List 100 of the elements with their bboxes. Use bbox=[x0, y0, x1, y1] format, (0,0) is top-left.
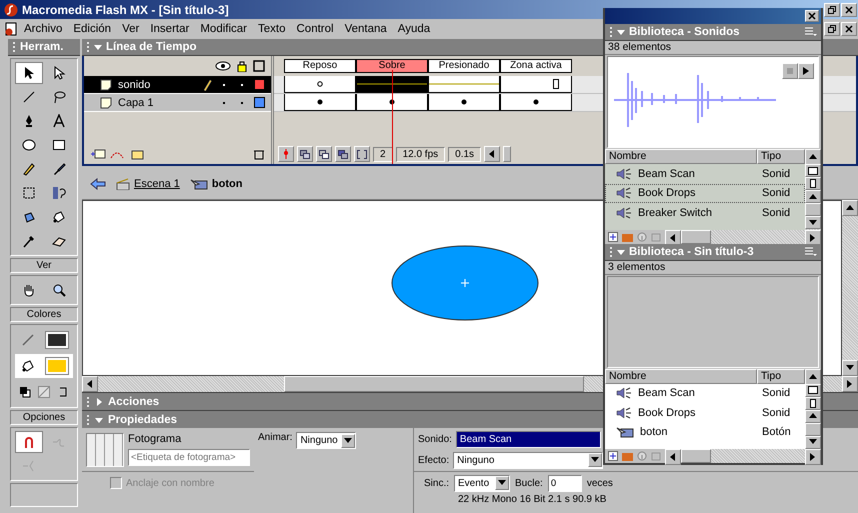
column-header[interactable]: Nombre bbox=[605, 149, 757, 164]
menu-item[interactable]: Ayuda bbox=[392, 22, 436, 36]
frame-label[interactable]: Zona activa bbox=[500, 59, 572, 73]
scrollbar-thumb[interactable] bbox=[805, 422, 821, 436]
frame-cell[interactable] bbox=[284, 94, 356, 111]
close-button[interactable] bbox=[841, 22, 857, 36]
frame-cell[interactable] bbox=[356, 94, 428, 111]
tool-button[interactable] bbox=[15, 62, 43, 84]
library-item[interactable]: Breaker Switch Sonid bbox=[605, 203, 805, 222]
symbol-breadcrumb[interactable]: boton bbox=[190, 178, 242, 190]
narrow-view-button[interactable] bbox=[805, 396, 821, 410]
stop-button[interactable] bbox=[782, 63, 798, 79]
up-arrow-icon bbox=[809, 192, 817, 201]
scroll-up-button[interactable] bbox=[805, 190, 821, 204]
menu-item[interactable]: Texto bbox=[253, 22, 290, 36]
scroll-right-button[interactable] bbox=[805, 449, 821, 465]
scroll-left-button[interactable] bbox=[82, 376, 98, 392]
frame-thumbnail bbox=[86, 432, 124, 466]
scrollbar-thumb[interactable] bbox=[681, 230, 711, 244]
frame-label[interactable]: Sobre bbox=[356, 59, 428, 73]
app-logo-icon bbox=[4, 2, 18, 16]
menu-item[interactable]: Edición bbox=[68, 22, 116, 36]
options-menu-icon bbox=[805, 246, 817, 256]
color-swatch[interactable] bbox=[46, 332, 68, 348]
column-header[interactable]: Tipo bbox=[757, 368, 805, 384]
close-button[interactable] bbox=[841, 2, 857, 16]
color-swatch[interactable] bbox=[46, 358, 68, 374]
narrow-view-icon bbox=[810, 398, 816, 408]
effect-select[interactable]: Ninguno bbox=[453, 452, 604, 468]
up-arrow-icon bbox=[846, 204, 854, 212]
menu-item[interactable]: Ver bbox=[117, 22, 144, 36]
frame-label[interactable]: Reposo bbox=[284, 59, 356, 73]
menu-item[interactable]: Archivo bbox=[19, 22, 68, 36]
onion-skin-button[interactable] bbox=[297, 146, 313, 162]
library-item[interactable]: Book Drops Sonid bbox=[605, 184, 805, 203]
scroll-left-button[interactable] bbox=[484, 146, 500, 162]
frame-label-field[interactable]: <Etiqueta de fotograma> bbox=[128, 449, 250, 466]
scene-link[interactable]: Escena 1 bbox=[116, 178, 180, 190]
scroll-down-button[interactable] bbox=[842, 360, 858, 376]
column-header[interactable]: Nombre bbox=[605, 368, 757, 384]
frame-cell[interactable] bbox=[428, 94, 500, 111]
onion-markers-button[interactable] bbox=[354, 146, 370, 162]
frame-cell[interactable] bbox=[356, 76, 428, 93]
speaker-icon bbox=[616, 168, 632, 180]
eye-icon bbox=[215, 61, 231, 71]
scrollbar-thumb[interactable] bbox=[284, 376, 584, 392]
tween-select[interactable]: Ninguno bbox=[296, 432, 356, 449]
speaker-icon bbox=[616, 387, 632, 400]
sort-button[interactable] bbox=[805, 149, 821, 165]
down-arrow-icon bbox=[809, 438, 817, 446]
frame-cell[interactable] bbox=[500, 76, 572, 93]
scrollbar-thumb[interactable] bbox=[805, 203, 821, 216]
column-header[interactable]: Tipo bbox=[757, 149, 805, 164]
pointer-icon bbox=[52, 66, 66, 80]
add-layer-icon bbox=[90, 148, 106, 160]
panel-title: Herram. bbox=[20, 41, 64, 53]
center-frame-button[interactable] bbox=[278, 146, 294, 162]
scroll-down-button[interactable] bbox=[805, 216, 821, 230]
library-item[interactable]: Beam Scan Sonid bbox=[605, 164, 805, 184]
sync-select[interactable]: Evento bbox=[454, 474, 510, 492]
restore-button[interactable] bbox=[824, 22, 840, 36]
wide-view-button[interactable] bbox=[805, 384, 821, 397]
menu-item[interactable]: Ventana bbox=[340, 22, 392, 36]
frame-cell[interactable] bbox=[428, 76, 500, 93]
edit-frames-button[interactable] bbox=[335, 146, 351, 162]
playhead-icon bbox=[283, 149, 289, 159]
scrollbar-thumb[interactable] bbox=[503, 146, 512, 162]
restore-button[interactable] bbox=[824, 2, 840, 16]
menu-item[interactable]: Insertar bbox=[145, 22, 194, 36]
default-colors-icon bbox=[18, 386, 31, 398]
empty-keyframe-icon bbox=[317, 81, 323, 87]
up-arrow-icon bbox=[809, 153, 817, 161]
section-title: Opciones bbox=[10, 410, 78, 425]
menu-item[interactable]: Control bbox=[292, 22, 339, 36]
frame-label[interactable]: Presionado bbox=[428, 59, 500, 73]
fill-color-row[interactable] bbox=[15, 354, 73, 378]
trash-icon bbox=[651, 451, 661, 461]
sound-select[interactable]: Beam Scan bbox=[456, 430, 601, 448]
scrollbar-thumb[interactable] bbox=[681, 449, 711, 463]
menu-item[interactable]: Modificar bbox=[195, 22, 252, 36]
scroll-up-button[interactable] bbox=[842, 200, 858, 216]
keyframe-icon bbox=[533, 99, 539, 105]
onion-outline-button[interactable] bbox=[316, 146, 332, 162]
wide-view-button[interactable] bbox=[805, 164, 821, 178]
scroll-up-button[interactable] bbox=[805, 410, 821, 423]
loop-field[interactable]: 0 bbox=[548, 474, 582, 492]
up-arrow-icon bbox=[809, 372, 817, 380]
play-button[interactable] bbox=[798, 63, 814, 79]
scroll-right-button[interactable] bbox=[842, 376, 858, 392]
scroll-down-button[interactable] bbox=[805, 436, 821, 449]
frame-cell[interactable] bbox=[284, 76, 356, 93]
panel-title: Biblioteca - Sonidos bbox=[629, 26, 741, 38]
layer-row[interactable]: sonido bbox=[84, 76, 271, 94]
scroll-left-button[interactable] bbox=[665, 449, 681, 465]
close-button[interactable] bbox=[805, 10, 819, 22]
frame-cell[interactable] bbox=[500, 94, 572, 111]
narrow-view-button[interactable] bbox=[805, 177, 821, 190]
sort-button[interactable] bbox=[805, 368, 821, 384]
toolbox-background bbox=[10, 483, 78, 507]
layer-row[interactable]: Capa 1 bbox=[84, 94, 271, 112]
